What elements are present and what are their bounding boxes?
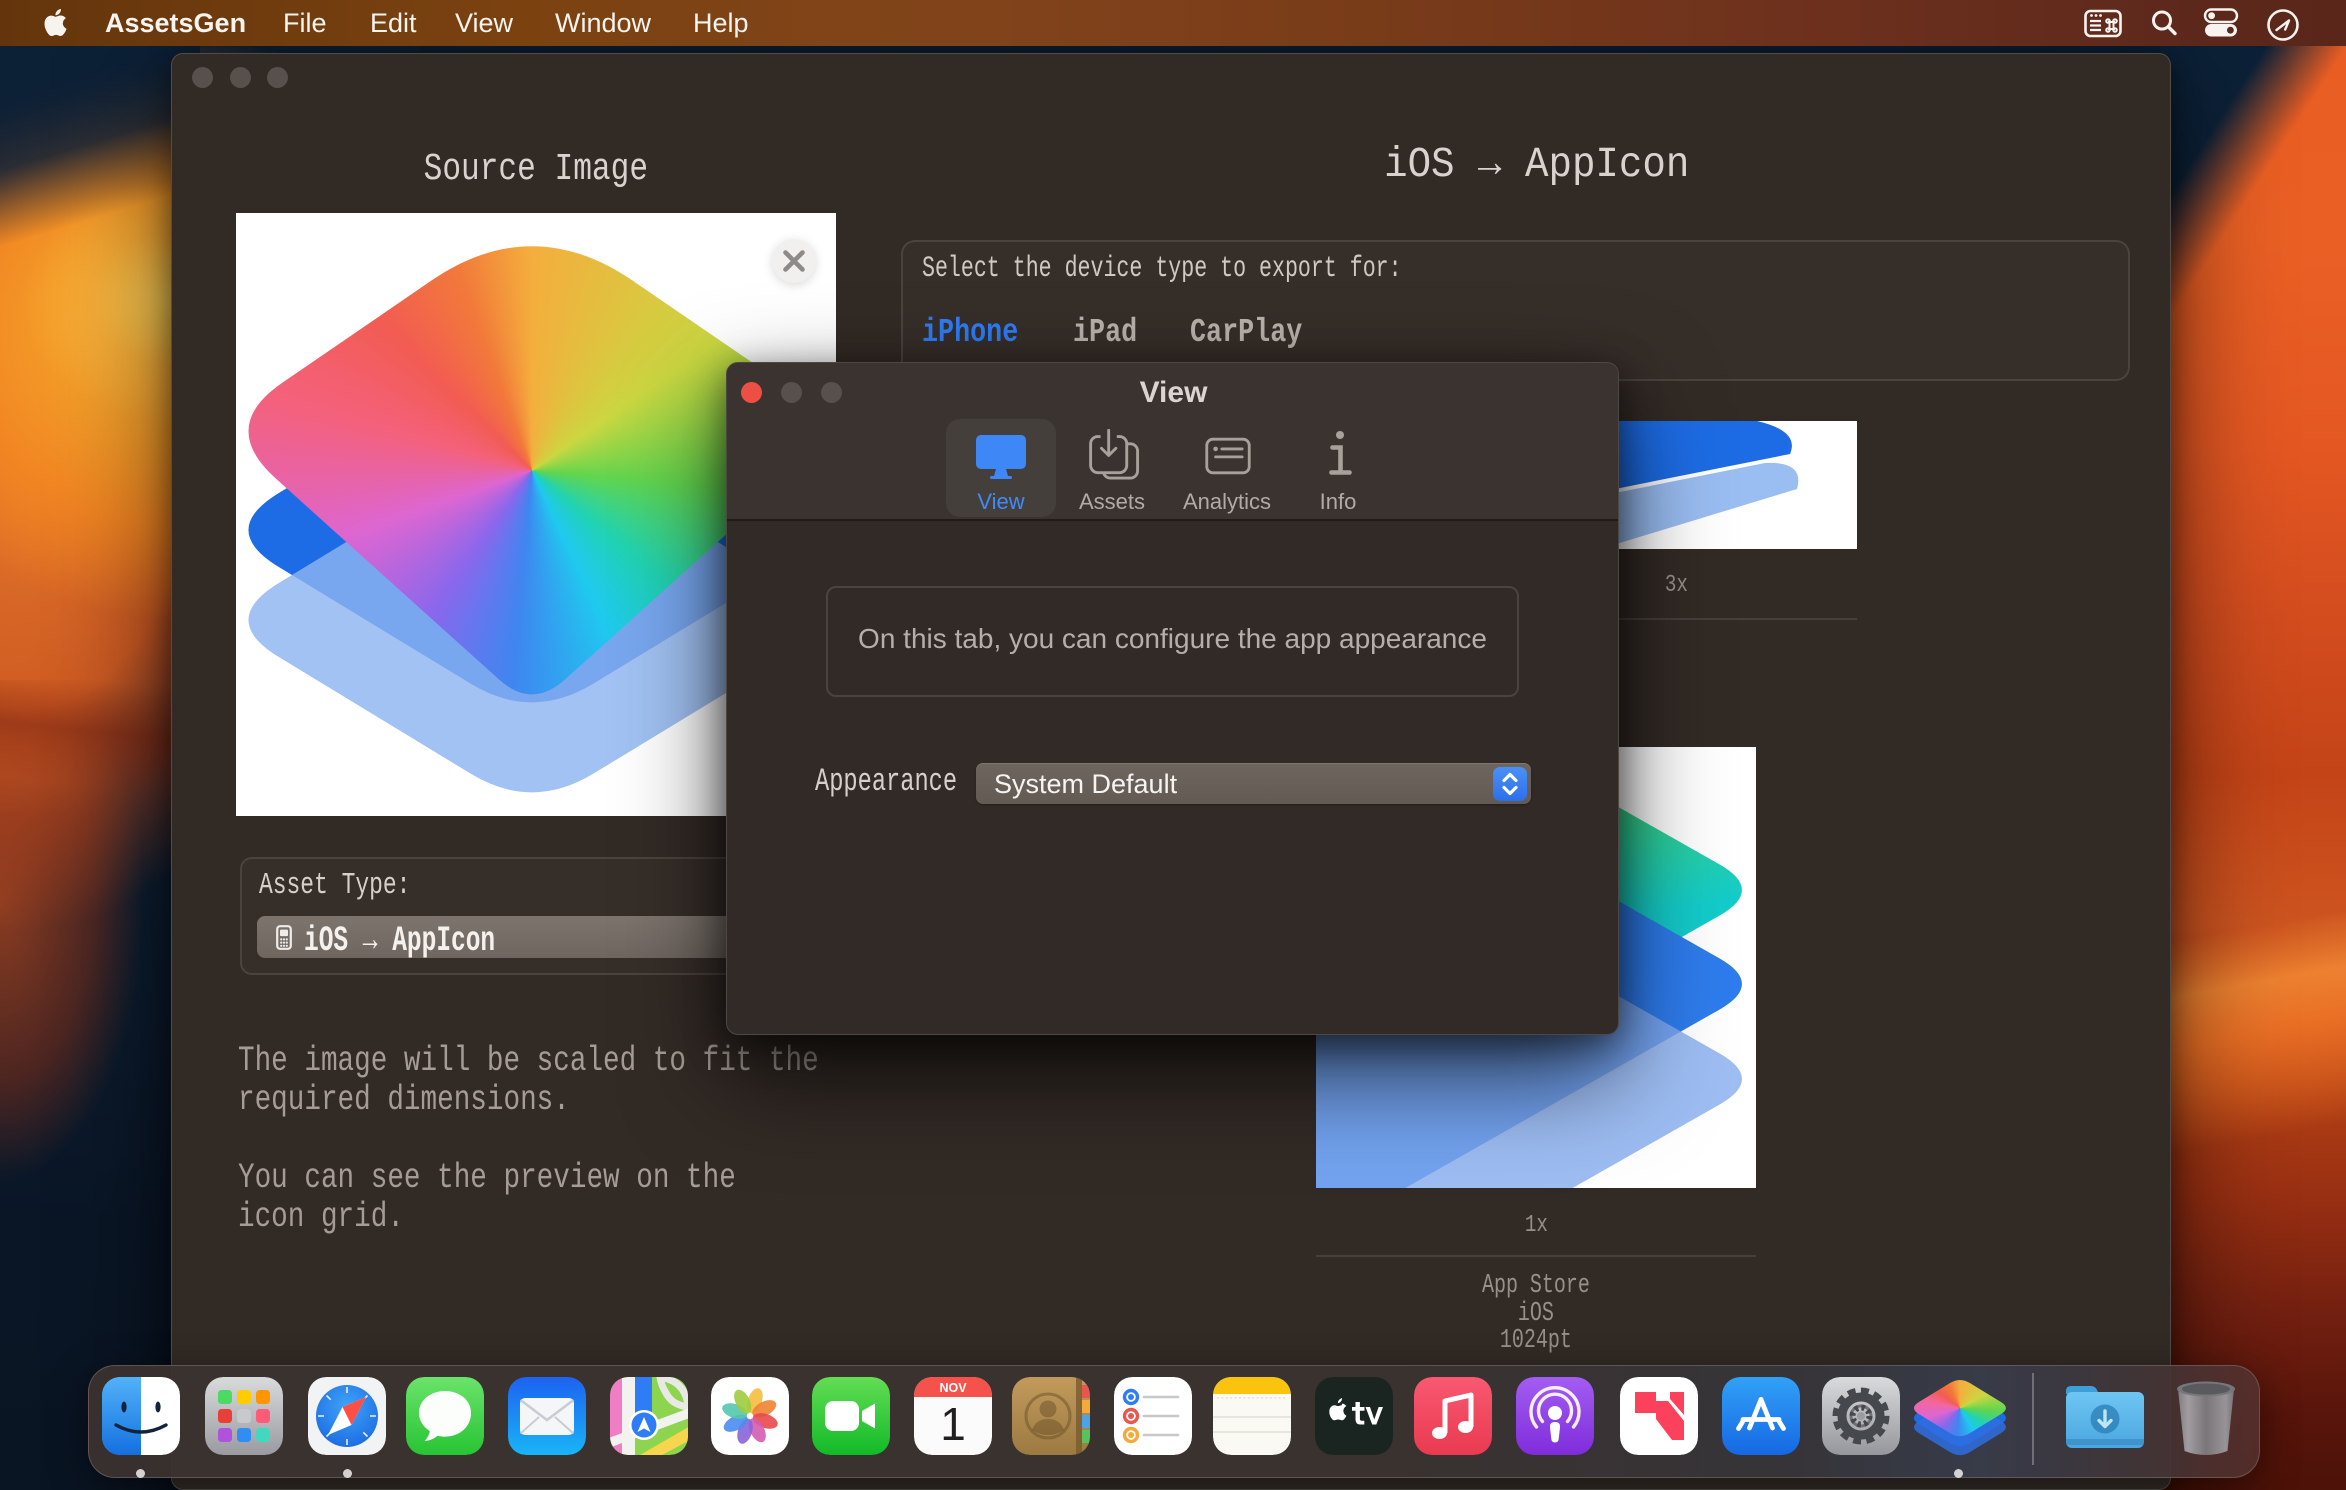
svg-text:1: 1 bbox=[940, 1398, 966, 1450]
svg-text:NOV: NOV bbox=[939, 1381, 967, 1395]
